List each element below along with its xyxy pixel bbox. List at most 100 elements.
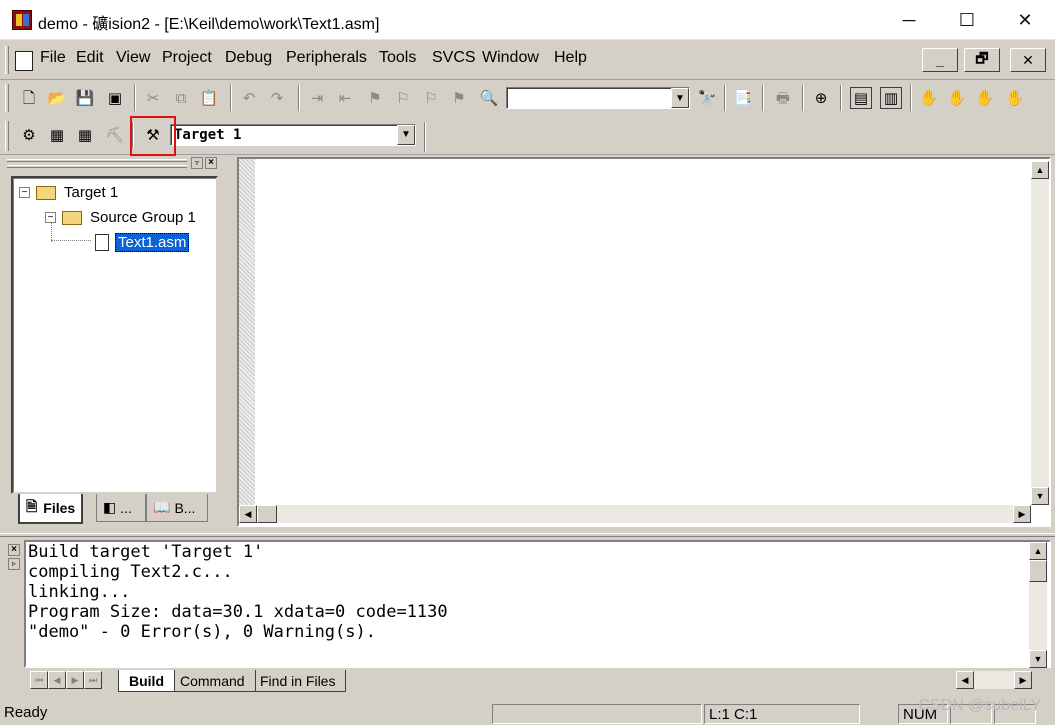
tab-files[interactable]: 🗎 Files bbox=[18, 494, 84, 524]
hand-stop-icon[interactable]: ✋ bbox=[946, 87, 968, 109]
find-combo[interactable]: ▼ bbox=[506, 87, 690, 109]
scroll-right-button[interactable]: ▶ bbox=[1014, 671, 1032, 689]
close-button[interactable]: ✕ bbox=[996, 0, 1054, 40]
panel-close-icon[interactable]: × bbox=[205, 157, 217, 169]
prev-bookmark-icon[interactable]: ⚐ bbox=[392, 87, 414, 109]
scroll-up-button[interactable]: ▲ bbox=[1029, 542, 1047, 560]
build-target-icon[interactable]: ▦ bbox=[46, 124, 68, 146]
menu-help[interactable]: Help bbox=[554, 49, 587, 67]
project-tree[interactable]: − Target 1 − Source Group 1 Text1.asm bbox=[11, 176, 218, 494]
paste-icon[interactable]: 📋 bbox=[198, 87, 220, 109]
tab-last-button[interactable]: ⏭ bbox=[84, 671, 102, 689]
find-combo-dropdown-button[interactable]: ▼ bbox=[671, 88, 689, 108]
output-close-icon[interactable]: × bbox=[8, 544, 20, 556]
panel-grip[interactable] bbox=[7, 165, 187, 168]
minimize-button[interactable]: ─ bbox=[880, 0, 938, 40]
editor-pane[interactable] bbox=[237, 157, 1051, 527]
panel-pin-icon[interactable]: ▿ bbox=[191, 157, 203, 169]
tab-command[interactable]: Command bbox=[170, 670, 256, 692]
redo-icon[interactable]: ↷ bbox=[266, 87, 288, 109]
tree-node-target[interactable]: − Target 1 bbox=[19, 184, 118, 201]
scroll-thumb[interactable] bbox=[1029, 560, 1047, 582]
scroll-left-button[interactable]: ◀ bbox=[956, 671, 974, 689]
undo-icon[interactable]: ↶ bbox=[238, 87, 260, 109]
indent-icon[interactable]: ⇥ bbox=[306, 87, 328, 109]
copy-icon[interactable]: ⧉ bbox=[170, 87, 192, 109]
hand-all-icon[interactable]: ✋ bbox=[1004, 87, 1026, 109]
status-text: Ready bbox=[4, 704, 48, 721]
tab-books[interactable]: 📖 B... bbox=[146, 494, 208, 522]
scroll-right-button[interactable]: ▶ bbox=[1013, 505, 1031, 523]
binoculars-icon[interactable]: 🔭 bbox=[696, 87, 718, 109]
hand-disabled-icon[interactable]: ✋ bbox=[974, 87, 996, 109]
asm-file-icon bbox=[95, 234, 109, 251]
output-horizontal-scrollbar[interactable]: ◀ ▶ bbox=[956, 671, 1032, 689]
scroll-down-button[interactable]: ▼ bbox=[1031, 487, 1049, 505]
tab-first-button[interactable]: ⏮ bbox=[30, 671, 48, 689]
mdi-restore-button[interactable]: 🗗 bbox=[964, 48, 1000, 72]
translate-icon[interactable]: ⚙ bbox=[18, 124, 40, 146]
panel-grip[interactable] bbox=[7, 159, 187, 162]
find-in-files-icon[interactable]: 🔍 bbox=[478, 87, 500, 109]
target-select[interactable]: Target 1 ▼ bbox=[170, 124, 416, 146]
unindent-icon[interactable]: ⇤ bbox=[334, 87, 356, 109]
toolbar-separator bbox=[424, 122, 426, 152]
tree-file-label: Text1.asm bbox=[115, 233, 190, 252]
tab-prev-button[interactable]: ◀ bbox=[48, 671, 66, 689]
menubar-grip[interactable] bbox=[5, 46, 9, 74]
toolbar-grip[interactable] bbox=[5, 121, 9, 151]
tree-node-group[interactable]: − Source Group 1 bbox=[45, 209, 196, 226]
menu-project[interactable]: Project bbox=[162, 49, 212, 67]
tab-regs[interactable]: ◧ ... bbox=[96, 494, 146, 522]
debug-session-icon[interactable]: ⊕ bbox=[810, 87, 832, 109]
splitter[interactable] bbox=[0, 533, 1055, 537]
stop-build-icon[interactable]: ⛏ bbox=[104, 124, 126, 146]
output-window-icon[interactable]: ▥ bbox=[880, 87, 902, 109]
editor-horizontal-scrollbar[interactable]: ◀ ▶ bbox=[239, 505, 1031, 523]
scroll-thumb[interactable] bbox=[257, 505, 277, 523]
next-bookmark-icon[interactable]: ⚐ bbox=[420, 87, 442, 109]
mdi-minimize-button[interactable]: _ bbox=[922, 48, 958, 72]
mdi-close-button[interactable]: ✕ bbox=[1010, 48, 1046, 72]
output-vertical-scrollbar[interactable]: ▲ ▼ bbox=[1029, 542, 1047, 668]
rebuild-all-icon[interactable]: ▦ bbox=[74, 124, 96, 146]
incremental-find-icon[interactable]: 📑 bbox=[732, 87, 754, 109]
scroll-down-button[interactable]: ▼ bbox=[1029, 650, 1047, 668]
bookmark-icon[interactable]: ⚑ bbox=[364, 87, 386, 109]
open-folder-icon[interactable]: 📂 bbox=[46, 87, 68, 109]
cut-icon[interactable]: ✂ bbox=[142, 87, 164, 109]
menu-tools[interactable]: Tools bbox=[379, 49, 416, 67]
toolbar-grip[interactable] bbox=[5, 84, 9, 112]
menu-file[interactable]: File bbox=[40, 49, 66, 67]
menu-svcs[interactable]: SVCS bbox=[432, 49, 476, 67]
print-icon[interactable]: 🖶 bbox=[772, 87, 794, 109]
menu-debug[interactable]: Debug bbox=[225, 49, 272, 67]
new-file-icon[interactable]: 🗋 bbox=[18, 87, 40, 109]
tab-build[interactable]: Build bbox=[118, 670, 175, 692]
menu-window[interactable]: Window bbox=[482, 49, 539, 67]
collapse-icon[interactable]: − bbox=[19, 187, 30, 198]
target-select-dropdown-button[interactable]: ▼ bbox=[397, 125, 415, 145]
title-bar: demo - 礦ision2 - [E:\Keil\demo\work\Text… bbox=[0, 0, 1055, 40]
output-pin-icon[interactable]: ▹ bbox=[8, 558, 20, 570]
menu-edit[interactable]: Edit bbox=[76, 49, 104, 67]
editor-margin[interactable] bbox=[239, 159, 255, 505]
scroll-up-button[interactable]: ▲ bbox=[1031, 161, 1049, 179]
project-window-icon[interactable]: ▤ bbox=[850, 87, 872, 109]
tab-books-label: B... bbox=[174, 499, 196, 516]
menu-view[interactable]: View bbox=[116, 49, 150, 67]
clear-bookmarks-icon[interactable]: ⚑ bbox=[448, 87, 470, 109]
output-line: Build target 'Target 1' bbox=[28, 542, 264, 562]
menu-peripherals[interactable]: Peripherals bbox=[286, 49, 367, 67]
scroll-left-button[interactable]: ◀ bbox=[239, 505, 257, 523]
editor-vertical-scrollbar[interactable]: ▲ ▼ bbox=[1031, 161, 1049, 505]
save-all-icon[interactable]: ▣ bbox=[104, 87, 126, 109]
tab-find-in-files[interactable]: Find in Files bbox=[250, 670, 347, 692]
app-icon[interactable] bbox=[12, 10, 32, 30]
hand-icon[interactable]: ✋ bbox=[918, 87, 940, 109]
maximize-button[interactable]: ☐ bbox=[938, 0, 996, 40]
tab-next-button[interactable]: ▶ bbox=[66, 671, 84, 689]
tree-node-file[interactable]: Text1.asm bbox=[95, 233, 190, 252]
save-icon[interactable]: 💾 bbox=[74, 87, 96, 109]
document-icon[interactable] bbox=[15, 51, 33, 71]
